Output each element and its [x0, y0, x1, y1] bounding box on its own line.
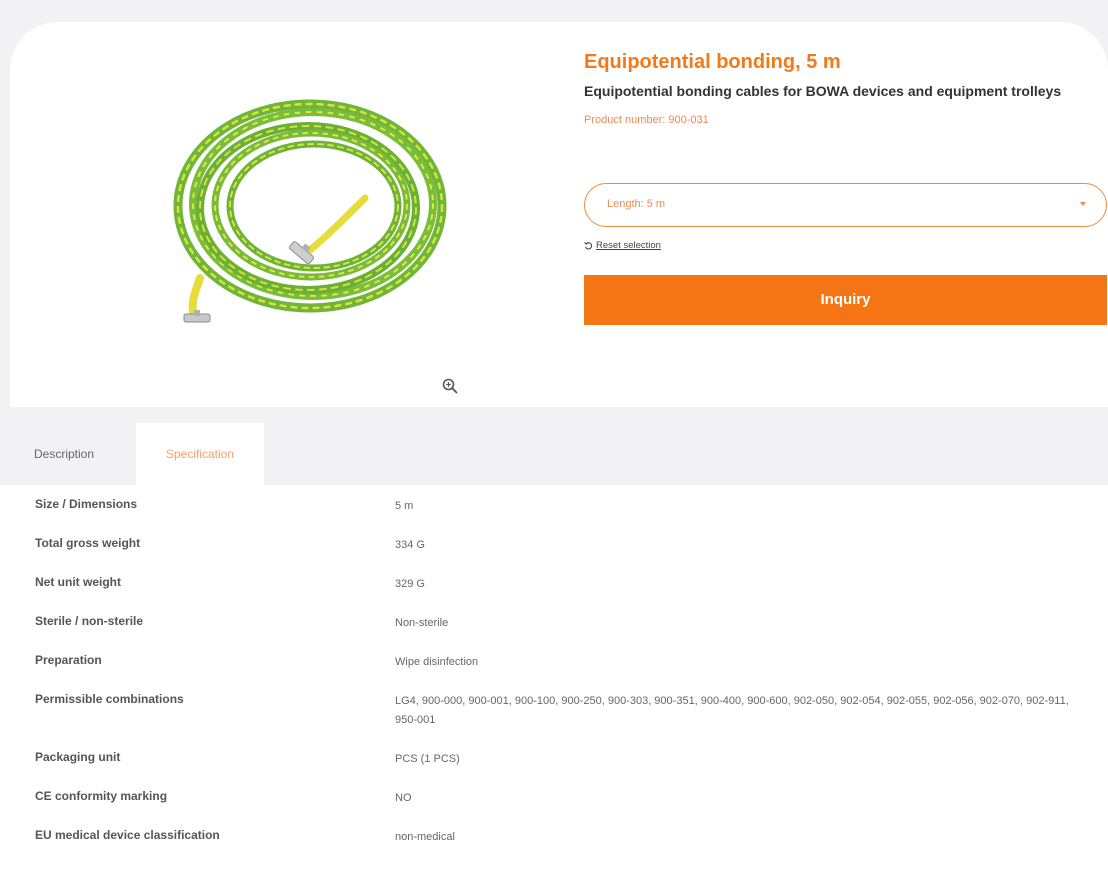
- caret-down-icon: [1080, 202, 1086, 206]
- product-number: Product number: 900-031: [584, 114, 709, 126]
- spec-value: non-medical: [395, 831, 455, 843]
- spec-row-gross-weight: Total gross weight 334 G: [0, 536, 1108, 575]
- spec-label: Size / Dimensions: [35, 497, 138, 511]
- spec-label: Preparation: [35, 653, 102, 667]
- spec-row-preparation: Preparation Wipe disinfection: [0, 653, 1108, 692]
- spec-label: Total gross weight: [35, 536, 141, 550]
- spec-row-size: Size / Dimensions 5 m: [0, 497, 1108, 536]
- spec-value: 5 m: [395, 500, 414, 512]
- spec-value: 329 G: [395, 578, 425, 590]
- spec-row-combinations: Permissible combinations LG4, 900-000, 9…: [0, 692, 1108, 750]
- spec-row-eu-classification: EU medical device classification non-med…: [0, 828, 1108, 867]
- magnifier-plus-icon[interactable]: [441, 377, 459, 395]
- product-title: Equipotential bonding, 5 m: [584, 51, 841, 73]
- spec-label: CE conformity marking: [35, 789, 168, 803]
- length-select-value: Length: 5 m: [607, 198, 666, 210]
- spec-row-packaging: Packaging unit PCS (1 PCS): [0, 750, 1108, 789]
- tab-specification[interactable]: Specification: [136, 423, 264, 485]
- spec-label: Packaging unit: [35, 750, 121, 764]
- specification-table: Size / Dimensions 5 m Total gross weight…: [0, 497, 1108, 867]
- spec-value: LG4, 900-000, 900-001, 900-100, 900-250,…: [395, 695, 1069, 726]
- inquiry-button[interactable]: Inquiry: [584, 275, 1107, 325]
- spec-value: Wipe disinfection: [395, 656, 479, 668]
- reset-selection-label: Reset selection: [596, 240, 661, 251]
- spec-value: 334 G: [395, 539, 425, 551]
- product-info: Equipotential bonding, 5 m Equipotential…: [584, 48, 1104, 127]
- spec-label: Sterile / non-sterile: [35, 614, 144, 628]
- spec-row-sterile: Sterile / non-sterile Non-sterile: [0, 614, 1108, 653]
- product-image[interactable]: [160, 88, 450, 333]
- length-select[interactable]: Length: 5 m: [584, 183, 1107, 227]
- spec-label: EU medical device classification: [35, 828, 220, 842]
- spec-label: Permissible combinations: [35, 692, 184, 706]
- product-subtitle: Equipotential bonding cables for BOWA de…: [584, 83, 1062, 99]
- spec-value: Non-sterile: [395, 617, 449, 629]
- undo-icon: [584, 241, 593, 250]
- spec-row-ce-marking: CE conformity marking NO: [0, 789, 1108, 828]
- spec-label: Net unit weight: [35, 575, 121, 589]
- tab-description[interactable]: Description: [22, 423, 132, 485]
- spec-value: PCS (1 PCS): [395, 753, 460, 765]
- spec-row-net-weight: Net unit weight 329 G: [0, 575, 1108, 614]
- reset-selection-link[interactable]: Reset selection: [584, 240, 661, 251]
- spec-value: NO: [395, 792, 412, 804]
- tabs-bar: Description Specification: [0, 407, 1108, 485]
